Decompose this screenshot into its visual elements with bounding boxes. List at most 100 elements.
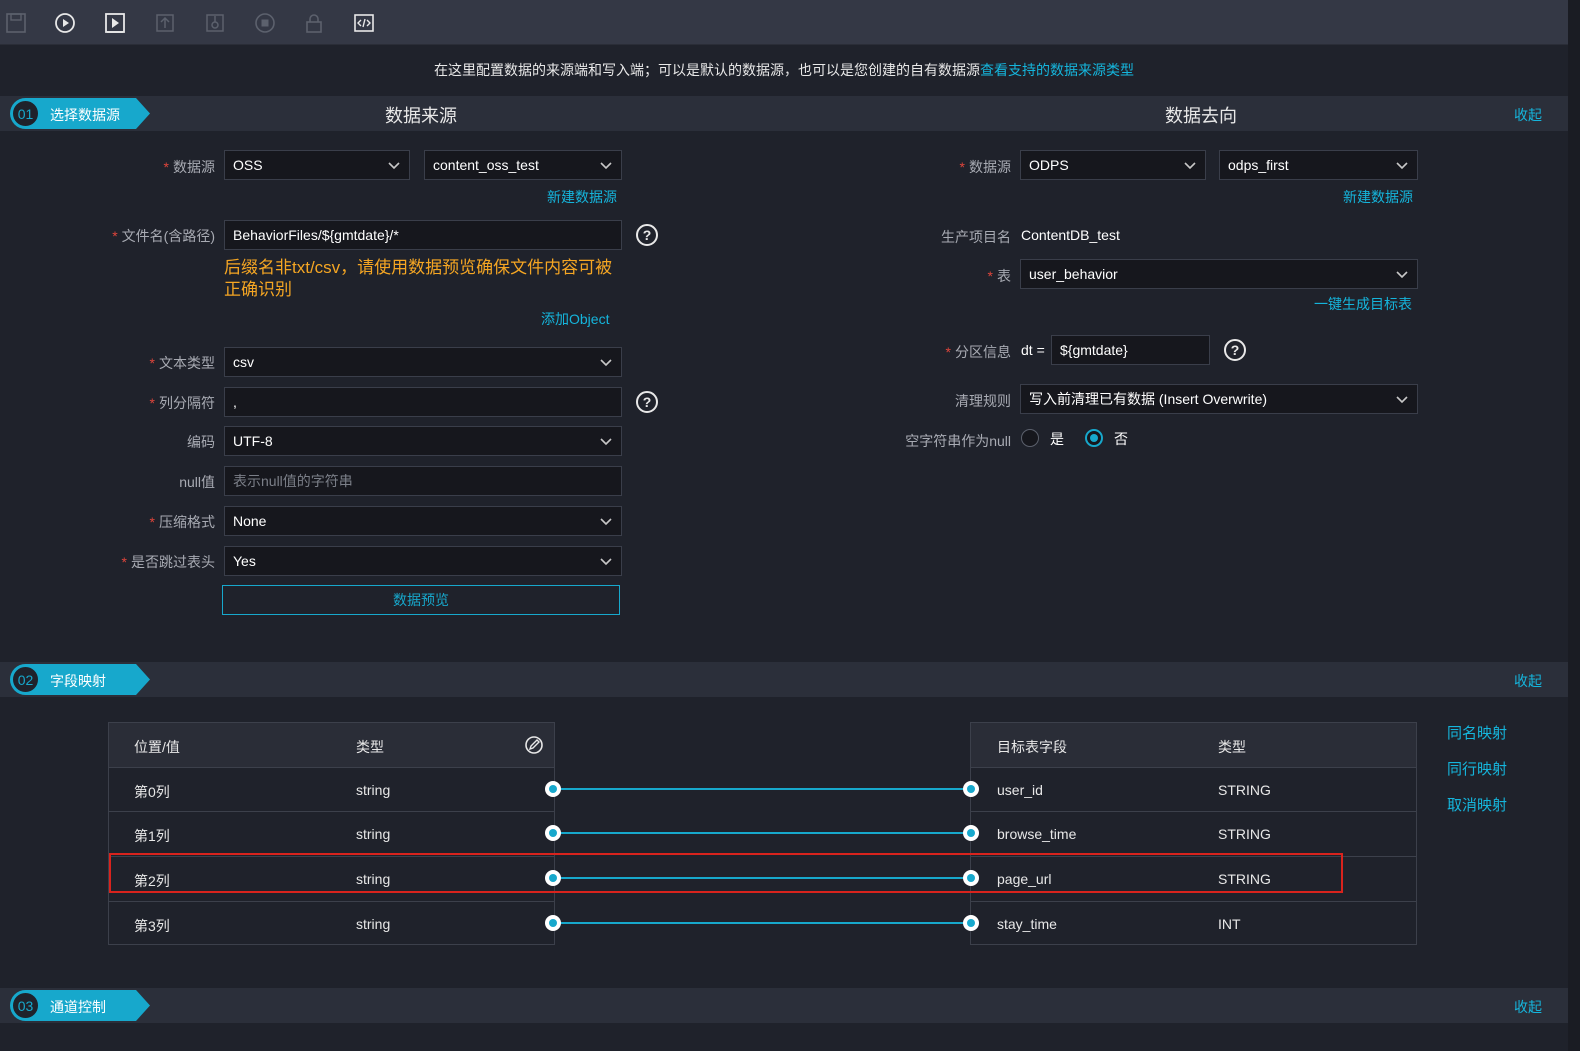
separator-help-icon[interactable]: ? xyxy=(636,391,658,413)
step-badge-02[interactable]: 02 字段映射 xyxy=(10,664,150,695)
step-number: 01 xyxy=(11,99,40,128)
step-number: 03 xyxy=(11,991,40,1020)
table-row: 第0列 string xyxy=(109,767,554,811)
target-connector-dot[interactable] xyxy=(963,915,979,931)
source-fields-table: 位置/值 类型 第0列 string 第1列 string 第2列 string… xyxy=(108,722,555,945)
run-with-params-icon[interactable] xyxy=(103,11,127,35)
empty-null-no-radio[interactable] xyxy=(1085,429,1103,447)
publish-icon[interactable] xyxy=(203,11,227,35)
chevron-down-icon xyxy=(1184,162,1196,170)
project-value: ContentDB_test xyxy=(1021,227,1120,243)
filename-label: * 文件名(含路径) xyxy=(112,228,215,244)
step-badge-03[interactable]: 03 通道控制 xyxy=(10,990,150,1021)
collapse-section1-link[interactable]: 收起 xyxy=(1514,105,1542,125)
partition-label: * 分区信息 xyxy=(945,344,1011,360)
source-connector-dot[interactable] xyxy=(545,781,561,797)
source-datasource-name-select[interactable]: content_oss_test xyxy=(424,150,622,180)
table-row: browse_time STRING xyxy=(971,811,1416,855)
chevron-down-icon xyxy=(600,558,612,566)
column-header: 位置/值 xyxy=(134,739,180,755)
separator-label: * 列分隔符 xyxy=(149,395,215,411)
chevron-down-icon xyxy=(388,162,400,170)
source-position: 第3列 xyxy=(134,918,170,934)
partition-input[interactable]: ${gmtdate} xyxy=(1051,335,1210,365)
chevron-down-icon xyxy=(600,359,612,367)
clean-rule-label: 清理规则 xyxy=(955,393,1011,409)
partition-help-icon[interactable]: ? xyxy=(1224,339,1246,361)
save-icon[interactable] xyxy=(4,11,28,35)
table-row: 第3列 string xyxy=(109,901,554,945)
edit-icon[interactable] xyxy=(524,735,544,755)
source-datasource-label: * 数据源 xyxy=(163,159,215,175)
chevron-down-icon xyxy=(1396,271,1408,279)
step-badge-01[interactable]: 01 选择数据源 xyxy=(10,98,150,129)
encoding-select[interactable]: UTF-8 xyxy=(224,426,622,456)
filename-warning: 后缀名非txt/csv，请使用数据预览确保文件内容可被正确识别 xyxy=(224,258,613,299)
source-position: 第1列 xyxy=(134,828,170,844)
null-value-input[interactable]: 表示null值的字符串 xyxy=(224,466,622,496)
target-datasource-name-select[interactable]: odps_first xyxy=(1219,150,1418,180)
skip-header-select[interactable]: Yes xyxy=(224,546,622,576)
cancel-mapping-link[interactable]: 取消映射 xyxy=(1447,794,1507,815)
partition-prefix: dt = xyxy=(1021,342,1045,358)
target-field: user_id xyxy=(997,782,1043,798)
compress-select[interactable]: None xyxy=(224,506,622,536)
hint-text: 在这里配置数据的来源端和写入端；可以是默认的数据源，也可以是您创建的自有数据源 xyxy=(434,62,980,78)
same-name-mapping-link[interactable]: 同名映射 xyxy=(1447,722,1507,743)
separator-input[interactable]: , xyxy=(224,387,622,417)
text-type-label: * 文本类型 xyxy=(149,355,215,371)
source-connector-dot[interactable] xyxy=(545,825,561,841)
target-datasource-label: * 数据源 xyxy=(959,159,1011,175)
source-type: string xyxy=(356,826,391,842)
empty-null-yes-label: 是 xyxy=(1050,431,1064,447)
chevron-down-icon xyxy=(1396,162,1408,170)
target-fields-table: 目标表字段 类型 user_id STRING browse_time STRI… xyxy=(970,722,1417,945)
lock-icon[interactable] xyxy=(302,11,326,35)
target-connector-dot[interactable] xyxy=(963,781,979,797)
same-row-mapping-link[interactable]: 同行映射 xyxy=(1447,758,1507,779)
toolbar xyxy=(0,0,1568,45)
table-header: 目标表字段 类型 xyxy=(971,723,1416,767)
target-new-datasource-link[interactable]: 新建数据源 xyxy=(1343,187,1413,207)
add-object-link[interactable]: 添加Object xyxy=(541,309,609,329)
supported-datasource-types-link[interactable]: 查看支持的数据来源类型 xyxy=(980,62,1134,78)
step-title: 字段映射 xyxy=(50,673,106,689)
source-type: string xyxy=(356,916,391,932)
submit-icon[interactable] xyxy=(153,11,177,35)
empty-string-null-label: 空字符串作为null xyxy=(905,433,1011,449)
target-connector-dot[interactable] xyxy=(963,825,979,841)
chevron-down-icon xyxy=(600,438,612,446)
mapping-line[interactable] xyxy=(553,788,970,790)
collapse-section3-link[interactable]: 收起 xyxy=(1514,997,1542,1017)
run-icon[interactable] xyxy=(53,11,77,35)
code-view-icon[interactable] xyxy=(352,11,376,35)
source-datasource-type-select[interactable]: OSS xyxy=(224,150,410,180)
mapping-line[interactable] xyxy=(553,832,970,834)
filename-help-icon[interactable]: ? xyxy=(636,224,658,246)
target-type: STRING xyxy=(1218,826,1271,842)
data-preview-button[interactable]: 数据预览 xyxy=(222,585,620,615)
skip-header-label: * 是否跳过表头 xyxy=(121,554,215,570)
filename-input[interactable]: BehaviorFiles/${gmtdate}/* xyxy=(224,220,622,250)
clean-rule-select[interactable]: 写入前清理已有数据 (Insert Overwrite) xyxy=(1020,384,1418,414)
column-header: 类型 xyxy=(1218,739,1246,755)
empty-null-yes-radio[interactable] xyxy=(1021,429,1039,447)
highlight-box xyxy=(109,853,1343,893)
compress-label: * 压缩格式 xyxy=(149,514,215,530)
target-field: browse_time xyxy=(997,826,1077,842)
empty-null-no-label: 否 xyxy=(1114,431,1128,447)
source-connector-dot[interactable] xyxy=(545,915,561,931)
source-position: 第0列 xyxy=(134,784,170,800)
step-title: 通道控制 xyxy=(50,999,106,1015)
stop-icon[interactable] xyxy=(253,11,277,35)
target-datasource-type-select[interactable]: ODPS xyxy=(1020,150,1206,180)
target-field: stay_time xyxy=(997,916,1057,932)
scrollbar[interactable] xyxy=(1568,0,1580,1051)
generate-target-table-link[interactable]: 一键生成目标表 xyxy=(1314,294,1412,314)
collapse-section2-link[interactable]: 收起 xyxy=(1514,671,1542,691)
table-select[interactable]: user_behavior xyxy=(1020,259,1418,289)
text-type-select[interactable]: csv xyxy=(224,347,622,377)
mapping-line[interactable] xyxy=(553,922,970,924)
source-new-datasource-link[interactable]: 新建数据源 xyxy=(547,187,617,207)
config-hint: 在这里配置数据的来源端和写入端；可以是默认的数据源，也可以是您创建的自有数据源查… xyxy=(0,60,1568,80)
